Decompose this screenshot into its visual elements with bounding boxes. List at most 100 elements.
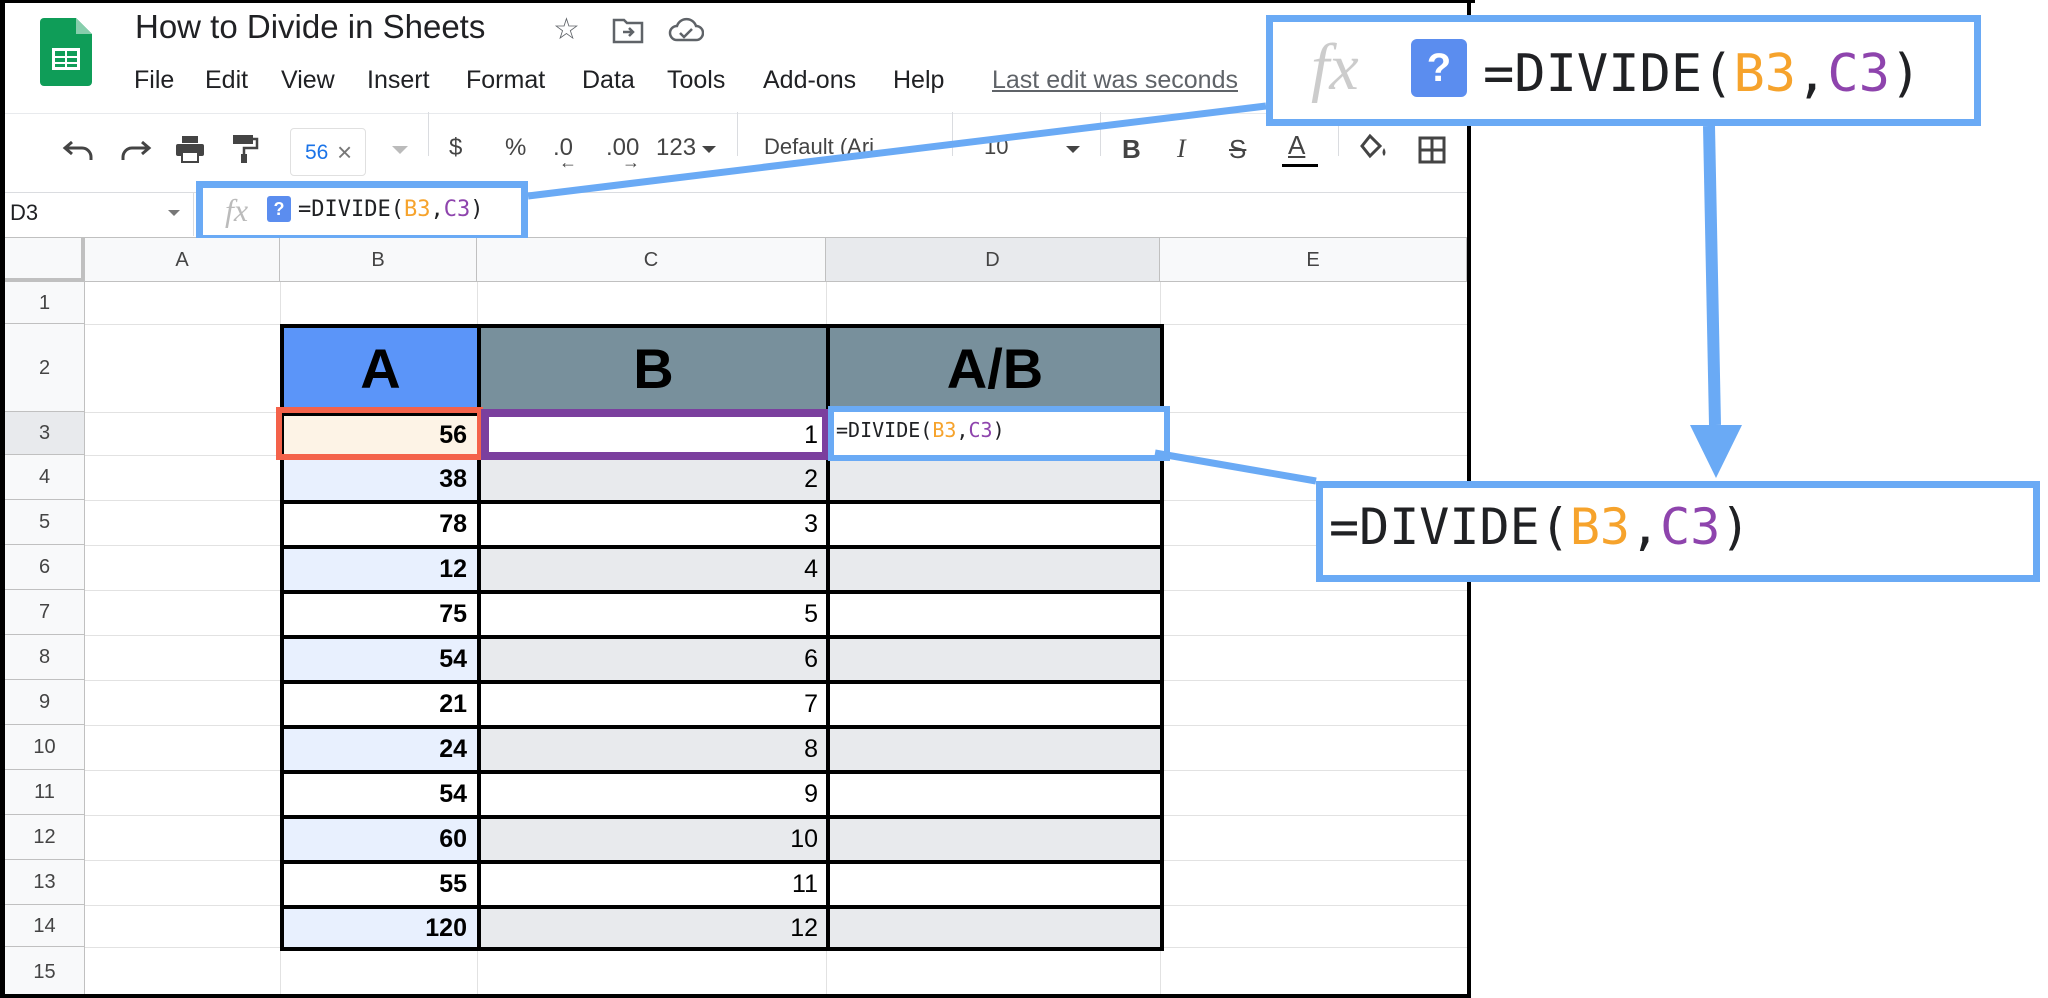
table-cell-a[interactable]: 120 [280, 905, 481, 951]
table-cell-b[interactable]: 5 [477, 590, 830, 639]
menu-file[interactable]: File [134, 66, 174, 95]
column-header-d[interactable]: D [826, 238, 1160, 282]
row-header-2[interactable]: 2 [5, 324, 85, 412]
table-cell-b[interactable]: 2 [477, 455, 830, 504]
table-cell-a[interactable]: 60 [280, 815, 481, 864]
column-header-b[interactable]: B [280, 238, 477, 282]
menu-addons[interactable]: Add-ons [763, 66, 856, 95]
formula-help-icon-zoomed: ? [1411, 39, 1467, 97]
row-header-15[interactable]: 15 [5, 947, 85, 994]
last-edit-link[interactable]: Last edit was seconds [992, 66, 1238, 95]
arrow-head-icon [1690, 425, 1742, 478]
table-cell-ab[interactable] [826, 500, 1164, 549]
row-header-10[interactable]: 10 [5, 725, 85, 770]
table-cell-a[interactable]: 21 [280, 680, 481, 729]
bold-button[interactable]: B [1122, 134, 1141, 165]
name-box[interactable]: D3 [10, 200, 38, 226]
select-all-corner[interactable] [5, 238, 85, 282]
table-cell-b[interactable]: 12 [477, 905, 830, 951]
row-header-6[interactable]: 6 [5, 545, 85, 590]
row-header-12[interactable]: 12 [5, 815, 85, 860]
table-cell-b[interactable]: 9 [477, 770, 830, 819]
menu-edit[interactable]: Edit [205, 66, 248, 95]
table-cell-b[interactable]: 6 [477, 635, 830, 684]
document-title[interactable]: How to Divide in Sheets [135, 8, 485, 46]
sheets-logo-icon[interactable] [40, 18, 92, 86]
italic-button[interactable]: I [1177, 134, 1186, 164]
row-header-14[interactable]: 14 [5, 905, 85, 947]
text-color-button[interactable]: A [1280, 128, 1320, 172]
menu-view[interactable]: View [281, 66, 335, 95]
table-cell-ab[interactable] [826, 635, 1164, 684]
table-header-1[interactable]: B [477, 324, 830, 416]
active-cell-d3[interactable]: =DIVIDE(B3,C3) [828, 406, 1170, 461]
table-cell-a[interactable]: 12 [280, 545, 481, 594]
row-header-5[interactable]: 5 [5, 500, 85, 545]
increase-decimal-button[interactable]: .00 → [606, 130, 652, 172]
column-header-e[interactable]: E [1160, 238, 1467, 282]
table-cell-ab[interactable] [826, 455, 1164, 504]
arrow-down-icon[interactable] [392, 146, 408, 154]
arrow-right-icon: → [622, 152, 640, 172]
table-cell-a[interactable]: 38 [280, 455, 481, 504]
table-cell-a[interactable]: 55 [280, 860, 481, 909]
table-cell-ab[interactable] [826, 860, 1164, 909]
table-cell-a[interactable]: 54 [280, 635, 481, 684]
font-dropdown[interactable]: Default (Ari... [764, 134, 934, 164]
suggestion-chip[interactable]: 56 × [290, 128, 366, 176]
table-cell-b[interactable]: 10 [477, 815, 830, 864]
cloud-saved-icon[interactable] [668, 16, 704, 44]
table-cell-ab[interactable] [826, 680, 1164, 729]
number-format-dropdown[interactable]: 123 [656, 134, 716, 164]
move-folder-icon[interactable] [612, 16, 644, 44]
table-cell-ab[interactable] [826, 545, 1164, 594]
print-icon[interactable] [174, 134, 206, 164]
row-header-4[interactable]: 4 [5, 455, 85, 500]
column-header-a[interactable]: A [85, 238, 280, 282]
currency-format-button[interactable]: $ [449, 134, 462, 162]
table-cell-b[interactable]: 4 [477, 545, 830, 594]
row-header-13[interactable]: 13 [5, 860, 85, 905]
undo-icon[interactable] [62, 136, 96, 162]
column-header-c[interactable]: C [477, 238, 826, 282]
row-header-7[interactable]: 7 [5, 590, 85, 635]
decrease-decimal-button[interactable]: .0 ← [553, 130, 589, 172]
table-cell-ab[interactable] [826, 770, 1164, 819]
menu-insert[interactable]: Insert [367, 66, 430, 95]
table-cell-b[interactable]: 3 [477, 500, 830, 549]
row-header-1[interactable]: 1 [5, 282, 85, 324]
table-cell-ab[interactable] [826, 905, 1164, 951]
table-cell-a[interactable]: 24 [280, 725, 481, 774]
table-header-0[interactable]: A [280, 324, 481, 416]
menu-format[interactable]: Format [466, 66, 545, 95]
formula-help-icon[interactable]: ? [267, 196, 291, 222]
row-header-8[interactable]: 8 [5, 635, 85, 680]
row-header-9[interactable]: 9 [5, 680, 85, 725]
star-icon[interactable]: ☆ [553, 12, 580, 47]
row-header-11[interactable]: 11 [5, 770, 85, 815]
table-cell-ab[interactable] [826, 590, 1164, 639]
table-cell-a[interactable]: 78 [280, 500, 481, 549]
menu-data[interactable]: Data [582, 66, 635, 95]
chip-close-icon[interactable]: × [337, 137, 352, 168]
name-box-dropdown-icon[interactable] [168, 210, 180, 216]
percent-format-button[interactable]: % [505, 134, 526, 162]
menu-help[interactable]: Help [893, 66, 944, 95]
table-cell-ab[interactable] [826, 815, 1164, 864]
table-cell-b[interactable]: 11 [477, 860, 830, 909]
menu-tools[interactable]: Tools [667, 66, 725, 95]
table-cell-b[interactable]: 7 [477, 680, 830, 729]
redo-icon[interactable] [118, 136, 152, 162]
table-cell-a[interactable]: 75 [280, 590, 481, 639]
table-cell-a[interactable]: 54 [280, 770, 481, 819]
formula-input[interactable]: =DIVIDE(B3,C3) [298, 197, 483, 222]
fill-color-icon[interactable] [1356, 132, 1390, 162]
font-size-dropdown[interactable]: 10 [984, 134, 1084, 164]
borders-icon[interactable] [1418, 136, 1446, 164]
table-cell-ab[interactable] [826, 725, 1164, 774]
paint-format-icon[interactable] [230, 132, 260, 164]
strikethrough-button[interactable]: S [1229, 134, 1246, 165]
table-cell-b[interactable]: 8 [477, 725, 830, 774]
row-header-3[interactable]: 3 [5, 412, 85, 455]
table-header-2[interactable]: A/B [826, 324, 1164, 416]
